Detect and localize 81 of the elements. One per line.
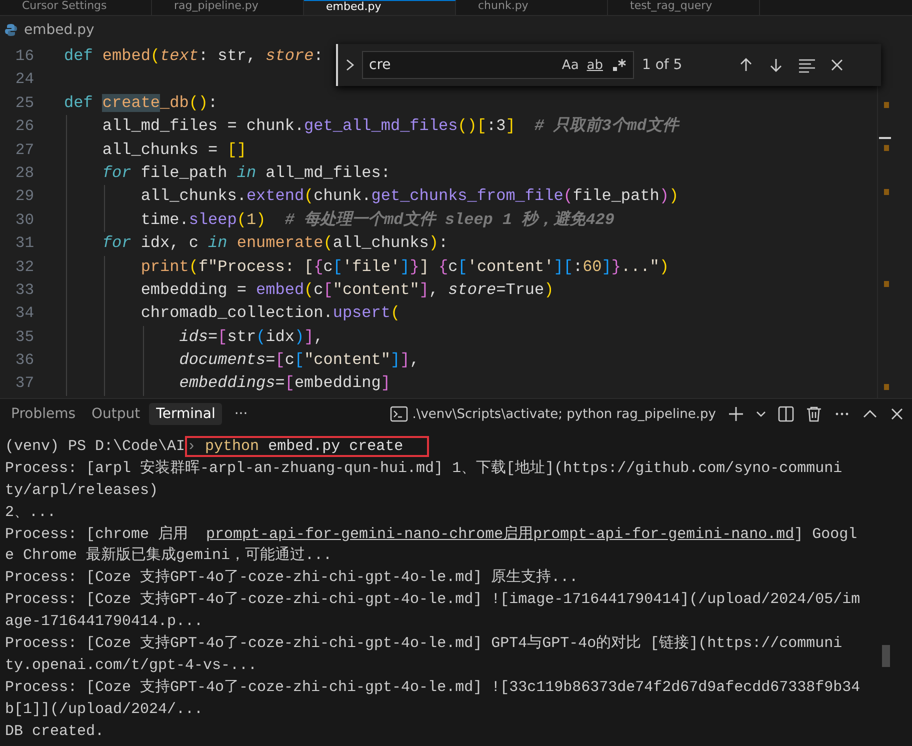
terminal-text: Process: [Coze 支持GPT-4o了-coze-zhi-chi-gpt-4o-le.md] ![image-1716441790414](/upload/2024/05/im bbox=[5, 591, 860, 608]
line-number: 36 bbox=[14, 350, 34, 372]
overview-mark bbox=[884, 102, 889, 108]
terminal-text: b[1]](/upload/2024/... bbox=[5, 700, 204, 718]
line-number: 31 bbox=[14, 233, 34, 254]
line-number: 29 bbox=[14, 186, 34, 208]
code-line: for idx, c in enumerate(all_chunks): bbox=[101, 233, 448, 254]
whole-word-toggle[interactable]: ab bbox=[586, 58, 603, 72]
line-number: 37 bbox=[14, 373, 34, 394]
search-field[interactable]: cre Aa ab bbox=[362, 51, 634, 79]
breadcrumb-item[interactable]: embed.py bbox=[24, 22, 94, 38]
editor-tab[interactable]: test_rag_query bbox=[608, 0, 760, 15]
expand-chevron-icon[interactable] bbox=[344, 58, 356, 72]
code-line: embeddings=[embedding] bbox=[178, 373, 390, 394]
terminal-text: Process: [arpl 安装群晖-arpl-an-zhuang-qun-hui.md] 1、下载[地址](https://github.com/syno-communi bbox=[5, 460, 842, 477]
arrow-up-icon[interactable] bbox=[738, 57, 754, 73]
code-line: chromadb_collection.upsert( bbox=[140, 303, 400, 324]
overview-mark bbox=[884, 384, 889, 390]
code-line: time.sleep(1) # 每处理一个md文件 sleep 1 秒，避免429 bbox=[140, 209, 614, 231]
close-icon[interactable] bbox=[890, 407, 904, 421]
close-icon[interactable] bbox=[830, 58, 844, 72]
terminal-text: Process: [Coze 支持GPT-4o了-coze-zhi-chi-gpt-4o-le.md] ![33c119b86373de74f2d67d9afecdd67338f9b34 bbox=[5, 678, 860, 696]
code-line: print(f"Process: [{c['file']}] {c['content'][:60]}...") bbox=[140, 256, 670, 278]
terminal-text: e Chrome 最新版已集成gemini，可能通过... bbox=[5, 547, 332, 564]
line-number: 27 bbox=[14, 140, 34, 161]
trash-icon[interactable] bbox=[806, 406, 822, 422]
prompt-marker: › bbox=[187, 438, 196, 455]
line-number: 26 bbox=[14, 116, 34, 138]
terminal-text: Process: [Coze 支持GPT-4o了-coze-zhi-chi-gpt-4o-le.md] GPT4与GPT-4o的对比 [链接](https://communi bbox=[5, 635, 842, 652]
plus-icon[interactable] bbox=[728, 406, 744, 422]
code-line: ids=[str(idx)], bbox=[178, 326, 324, 348]
line-number: 33 bbox=[14, 280, 34, 301]
code-line: documents=[c["content"]], bbox=[178, 350, 420, 372]
terminal-text: 2、... bbox=[5, 504, 56, 521]
line-number: 30 bbox=[14, 210, 34, 231]
editor-tab[interactable]: chunk.py bbox=[456, 0, 608, 15]
terminal-selector[interactable]: .\venv\Scripts\activate; python rag_pipeline.py bbox=[390, 406, 716, 422]
panel-tab[interactable]: Problems bbox=[4, 403, 83, 425]
line-number: 16 bbox=[14, 46, 34, 67]
file-link[interactable]: prompt-api-for-gemini-nano-chrome启用prompt-api-for-gemini-nano.md bbox=[206, 526, 794, 543]
terminal-text: Process: [Coze 支持GPT-4o了-coze-zhi-chi-gpt-4o-le.md] 原生支持... bbox=[5, 569, 578, 586]
terminal-text: (venv) PS D:\Code\AI bbox=[5, 438, 186, 455]
split-icon[interactable] bbox=[778, 406, 794, 422]
overview-mark bbox=[884, 281, 889, 287]
regex-icon[interactable] bbox=[611, 57, 627, 73]
code-line: for file_path in all_md_files: bbox=[101, 162, 390, 184]
code-line: all_md_files = chunk.get_all_md_files()[:3] # 只取前3个md文件 bbox=[101, 115, 679, 138]
terminal-text: Process: [chrome 启用 bbox=[5, 526, 190, 543]
code-line: def embed(text: str, store: bbox=[64, 46, 324, 67]
line-number: 34 bbox=[14, 303, 34, 324]
terminal-text: ] Googl bbox=[794, 526, 858, 543]
terminal-text: python bbox=[204, 438, 260, 455]
overview-mark bbox=[884, 189, 889, 195]
terminal-icon[interactable] bbox=[390, 406, 408, 422]
code-line: embedding = embed(c["content"], store=True) bbox=[140, 280, 554, 301]
more-button[interactable]: ··· bbox=[224, 406, 258, 422]
scrollbar[interactable] bbox=[882, 645, 890, 667]
line-number: 35 bbox=[14, 326, 34, 348]
line-number: 32 bbox=[14, 256, 34, 278]
arrow-down-icon[interactable] bbox=[768, 57, 784, 73]
overview-mark bbox=[884, 145, 889, 151]
editor-tab[interactable]: Cursor Settings bbox=[0, 0, 152, 15]
terminal-text: DB created. bbox=[5, 722, 104, 740]
find-in-selection-icon[interactable] bbox=[798, 57, 816, 73]
match-case-toggle[interactable]: Aa bbox=[562, 58, 579, 72]
line-number: 28 bbox=[14, 162, 34, 184]
terminal-text: embed.py create bbox=[267, 438, 404, 455]
line-number: 24 bbox=[14, 69, 34, 90]
cursor-position-mark bbox=[879, 137, 891, 139]
panel-tab[interactable]: Output bbox=[84, 403, 148, 425]
terminal-text: age-1716441790414.p... bbox=[5, 613, 204, 630]
code-line: all_chunks = [] bbox=[101, 140, 246, 161]
code-line: all_chunks.extend(chunk.get_chunks_from_file(file_path)) bbox=[140, 186, 679, 208]
editor-tab[interactable]: embed.py bbox=[304, 0, 456, 15]
terminal-text: ty/arpl/releases) bbox=[5, 482, 158, 499]
terminal-text: ty.openai.com/t/gpt-4-vs-... bbox=[5, 656, 258, 674]
python-file-icon[interactable] bbox=[4, 23, 18, 37]
code-line: def create_db(): bbox=[64, 92, 218, 114]
line-number: 25 bbox=[14, 92, 34, 114]
panel-tab[interactable]: Terminal bbox=[149, 403, 222, 425]
match-count: 1 of 5 bbox=[642, 57, 684, 73]
